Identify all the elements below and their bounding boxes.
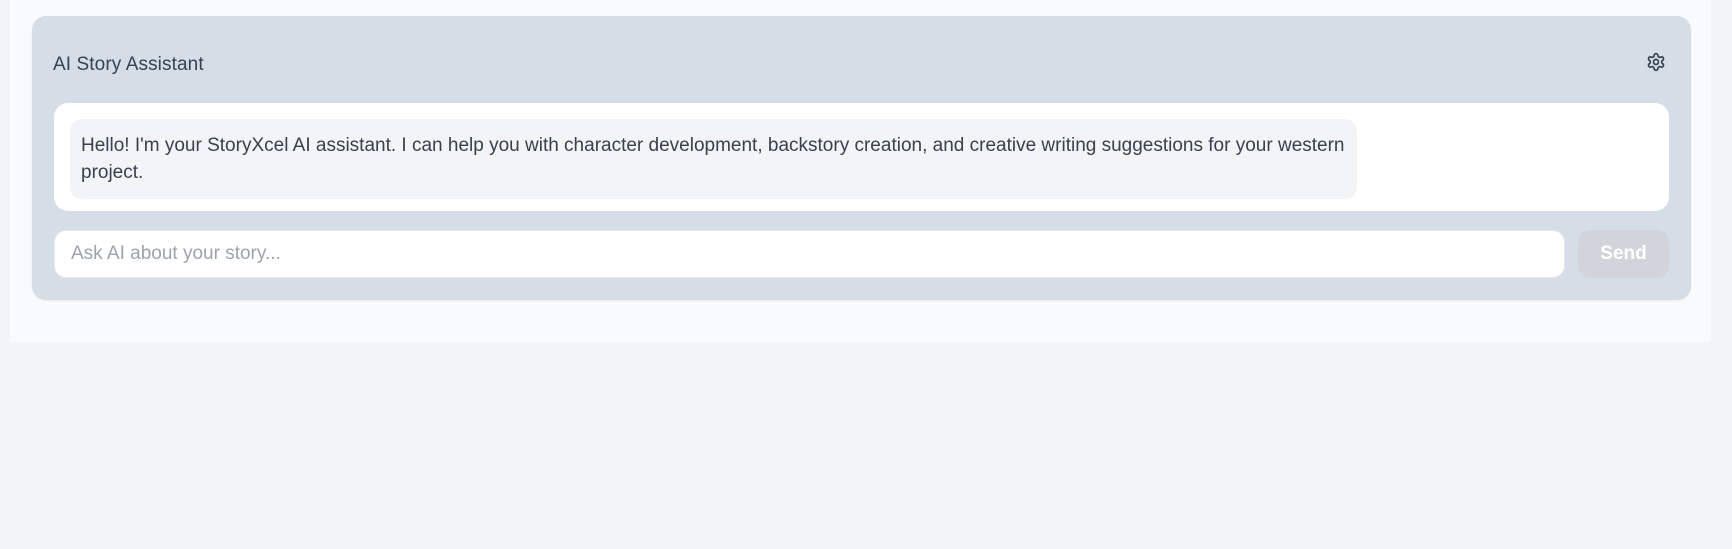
gear-icon xyxy=(1646,52,1666,77)
page-container: AI Story Assistant Hello! I'm your Story… xyxy=(10,0,1711,342)
panel-title: AI Story Assistant xyxy=(53,54,204,75)
chat-messages-area: Hello! I'm your StoryXcel AI assistant. … xyxy=(54,103,1669,211)
send-button[interactable]: Send xyxy=(1578,230,1669,278)
ai-assistant-panel: AI Story Assistant Hello! I'm your Story… xyxy=(32,16,1691,300)
settings-button[interactable] xyxy=(1642,50,1670,78)
chat-input[interactable] xyxy=(54,230,1565,278)
assistant-message: Hello! I'm your StoryXcel AI assistant. … xyxy=(70,119,1357,199)
panel-header: AI Story Assistant xyxy=(53,50,1670,80)
